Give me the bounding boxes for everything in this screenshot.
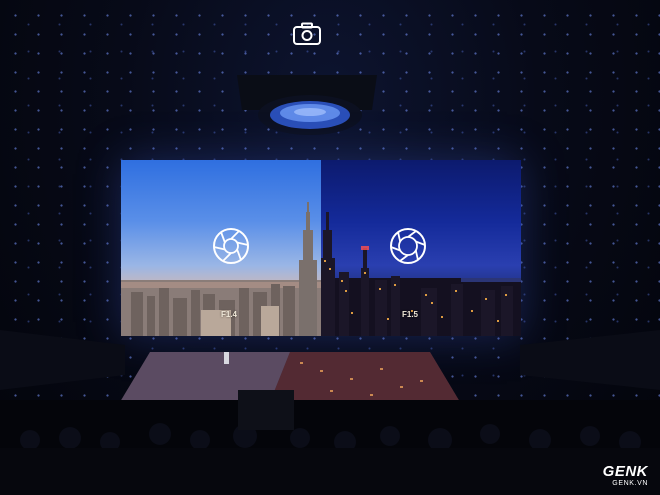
watermark-site: GENK.VN — [612, 480, 648, 487]
ceiling-projector — [237, 75, 377, 135]
watermark-brand: GENK — [602, 463, 648, 480]
presentation-screen: F1.4 F1.5 — [121, 160, 521, 336]
genk-watermark: GENK GENK.VN — [603, 464, 648, 487]
camera-icon — [293, 22, 321, 45]
aperture-label-right: F1.5 — [402, 310, 419, 319]
aperture-label-left: F1.4 — [221, 310, 238, 319]
event-stage-photo: F1.4 F1.5 GENK GENK.VN — [0, 0, 660, 495]
aperture-icon — [213, 228, 249, 264]
audience-silhouettes — [0, 330, 660, 495]
aperture-icon — [390, 228, 426, 264]
